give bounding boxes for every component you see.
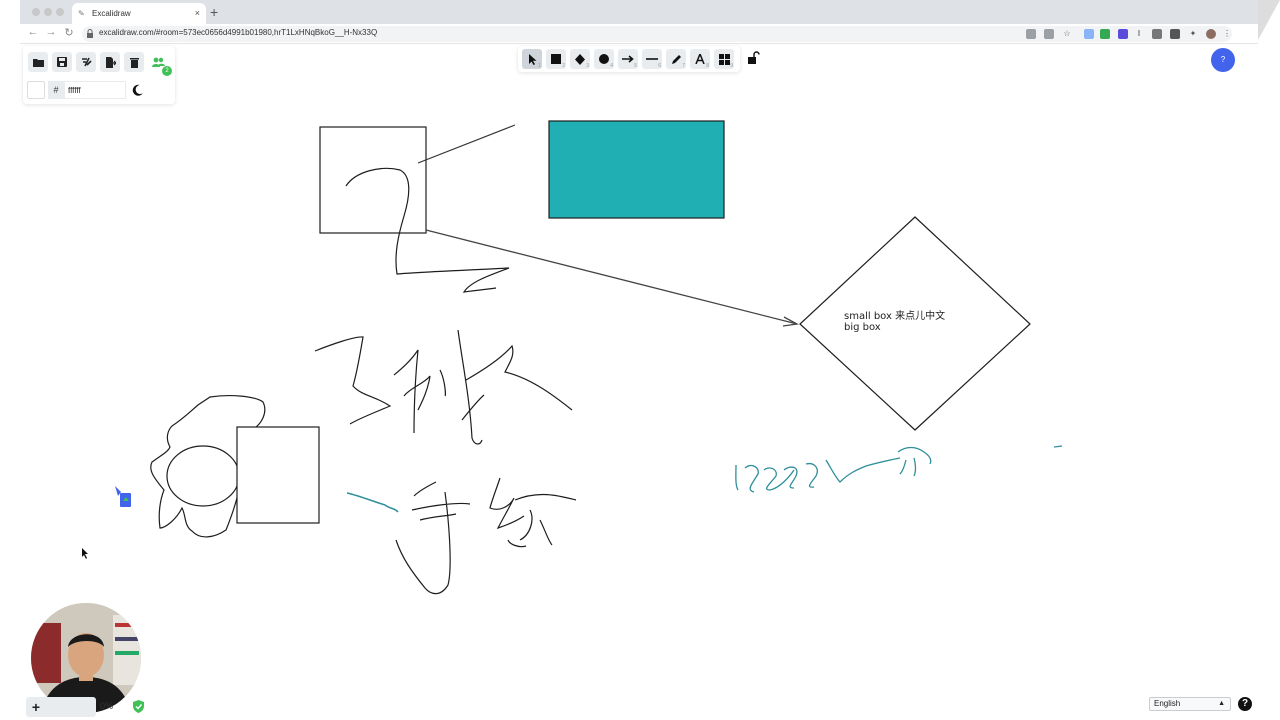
encrypted-shield-icon[interactable]	[133, 700, 144, 713]
new-tab-button[interactable]: +	[210, 4, 218, 20]
tool-diamond[interactable]: 3	[570, 49, 590, 69]
tool-shortcut: 8	[706, 63, 709, 69]
tool-shortcut: 3	[586, 63, 589, 69]
shape-toolbar: 1 2 3 4 5 6 7 8 9	[518, 46, 740, 72]
export-button[interactable]	[100, 52, 120, 72]
browser-tab[interactable]: ✎ Excalidraw ×	[72, 3, 206, 24]
tool-shortcut: 4	[610, 63, 613, 69]
tool-shortcut: 6	[658, 63, 661, 69]
url-text: excalidraw.com/#room=573ec0656d4991b0198…	[99, 28, 378, 37]
app-menu-panel: 2 #	[23, 46, 175, 104]
save-button[interactable]	[52, 52, 72, 72]
dark-mode-moon-icon[interactable]	[131, 83, 145, 97]
tool-ellipse[interactable]: 4	[594, 49, 614, 69]
browser-address-bar: ← → ↻ excalidraw.com/#room=573ec0656d499…	[20, 24, 1260, 44]
profile-avatar-icon[interactable]	[1206, 29, 1216, 39]
line-icon	[646, 58, 658, 60]
tool-arrow[interactable]: 5	[618, 49, 638, 69]
url-field[interactable]: excalidraw.com/#room=573ec0656d4991b0198…	[82, 26, 1232, 42]
export-file-icon	[105, 56, 116, 68]
ellipse-icon	[599, 54, 609, 64]
unlock-icon[interactable]	[746, 51, 760, 65]
caret-up-icon: ▲	[1218, 700, 1225, 707]
clear-canvas-button[interactable]	[124, 52, 144, 72]
diamond-icon	[575, 53, 585, 65]
forward-icon[interactable]: →	[44, 26, 58, 38]
arrow-icon	[622, 55, 634, 63]
browser-menu-icon[interactable]: ⋮	[1222, 29, 1232, 39]
pointer-icon	[528, 53, 536, 65]
browser-tab-bar: ✎ Excalidraw × +	[20, 0, 1260, 24]
left-margin	[0, 44, 20, 720]
tool-selection[interactable]: 1	[522, 49, 542, 69]
library-grid-icon	[718, 53, 730, 65]
collaborator-avatar[interactable]: ?	[1211, 48, 1235, 72]
diamond-text-line1[interactable]: small box 来点儿中文	[844, 307, 945, 322]
rectangle-icon	[551, 54, 561, 64]
tab-close-icon[interactable]: ×	[195, 3, 200, 24]
right-margin	[1258, 0, 1280, 720]
github-corner-icon[interactable]	[1258, 0, 1280, 40]
green-extension-icon[interactable]	[1100, 29, 1110, 39]
grey-extension-icon[interactable]	[1152, 29, 1162, 39]
zoom-in-button[interactable]: +	[26, 697, 46, 717]
square-over-ellipse[interactable]	[236, 426, 320, 524]
trash-icon	[129, 57, 139, 68]
text-icon	[695, 54, 705, 64]
tool-shortcut: 2	[562, 63, 565, 69]
tool-draw[interactable]: 7	[666, 49, 686, 69]
pencil-icon	[671, 54, 681, 64]
save-disk-icon	[57, 57, 67, 67]
tool-line[interactable]: 6	[642, 49, 662, 69]
tool-shortcut: 9	[730, 63, 733, 69]
bookmark-star-icon[interactable]: ☆	[1062, 29, 1072, 39]
tool-rectangle[interactable]: 2	[546, 49, 566, 69]
folder-icon	[32, 58, 44, 67]
window-zoom-dot[interactable]	[56, 8, 64, 16]
tool-shortcut: 7	[682, 63, 685, 69]
background-color-input[interactable]	[64, 81, 126, 99]
tool-library[interactable]: 9	[714, 49, 734, 69]
open-button[interactable]	[28, 52, 48, 72]
app-window: ✎ Excalidraw × + ← → ↻ excalidraw.com/#r…	[0, 0, 1280, 720]
lock-icon	[87, 29, 93, 38]
canvas-background-swatch[interactable]	[27, 81, 45, 99]
save-page-icon[interactable]	[1044, 29, 1054, 39]
diamond-text-line2[interactable]: big box	[844, 322, 881, 333]
window-close-dot[interactable]	[32, 8, 40, 16]
extensions-puzzle-icon[interactable]: ✦	[1188, 29, 1198, 39]
export-image-button[interactable]	[76, 52, 96, 72]
hex-hash-label: #	[48, 81, 64, 99]
language-select[interactable]: English ▲	[1149, 697, 1231, 711]
reload-icon[interactable]: ↻	[62, 26, 76, 39]
users-icon	[151, 57, 165, 67]
help-button[interactable]: ?	[1238, 697, 1252, 711]
zoom-controls: +	[26, 697, 96, 717]
excalidraw-favicon-icon: ✎	[78, 9, 85, 18]
purple-extension-icon[interactable]	[1118, 29, 1128, 39]
tool-text[interactable]: 8	[690, 49, 710, 69]
export-brush-icon	[81, 57, 92, 66]
zoom-percentage[interactable]: 0%	[100, 701, 113, 711]
tool-shortcut: 1	[538, 63, 541, 69]
collaboration-button[interactable]: 2	[148, 52, 172, 76]
tab-title: Excalidraw	[92, 9, 131, 18]
dark-extension-icon[interactable]	[1170, 29, 1180, 39]
cast-icon[interactable]	[1026, 29, 1036, 39]
window-minimize-dot[interactable]	[44, 8, 52, 16]
info-extension-icon[interactable]: I	[1134, 29, 1144, 39]
docs-extension-icon[interactable]	[1084, 29, 1094, 39]
language-value: English	[1154, 699, 1181, 708]
back-icon[interactable]: ←	[26, 26, 40, 38]
tool-shortcut: 5	[634, 63, 637, 69]
teal-rectangle[interactable]	[548, 120, 725, 219]
collaborator-count-badge: 2	[162, 66, 172, 76]
